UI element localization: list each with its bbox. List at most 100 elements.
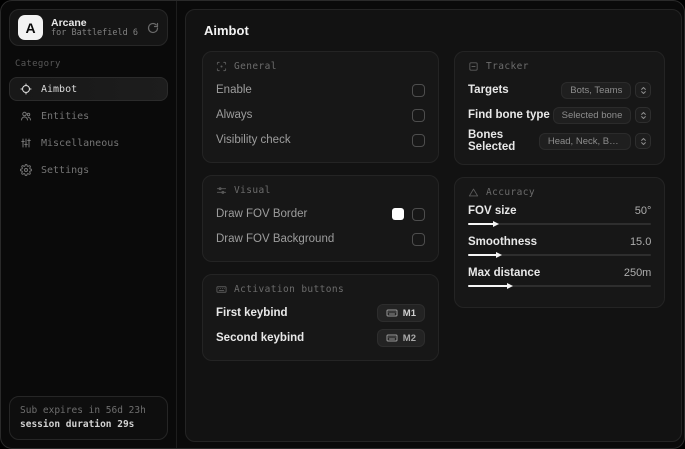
sidebar-item-label: Aimbot — [41, 83, 78, 95]
sidebar-item-label: Entities — [41, 110, 90, 122]
slider-value: 50° — [634, 205, 652, 217]
sidebar: A Arcane for Battlefield 6 Category Aimb… — [1, 1, 177, 448]
targets-unfold-button[interactable] — [635, 82, 652, 98]
setting-label: Visibility check — [216, 134, 291, 146]
bones-selected-unfold-button[interactable] — [635, 133, 652, 149]
chevrons-up-down-icon — [640, 86, 646, 94]
slider-fill — [468, 285, 509, 287]
crosshair-icon — [20, 83, 32, 95]
sidebar-item-entities[interactable]: Entities — [9, 104, 168, 128]
general-card: General Enable Always Visibility check — [202, 51, 439, 163]
sidebar-item-label: Miscellaneous — [41, 137, 120, 149]
app-window: A Arcane for Battlefield 6 Category Aimb… — [0, 0, 685, 449]
dropdown-label: Bones Selected — [468, 129, 516, 153]
setting-row: Visibility check — [216, 129, 425, 151]
card-header-label: General — [234, 61, 277, 72]
second-keybind-button[interactable]: M2 — [376, 329, 425, 347]
setting-row: Enable — [216, 79, 425, 101]
find-bone-type-unfold-button[interactable] — [635, 107, 652, 123]
slider-thumb[interactable] — [492, 221, 499, 227]
setting-row: Draw FOV Background — [216, 228, 425, 250]
sliders-icon — [21, 138, 31, 148]
slider-fill — [468, 223, 494, 225]
main-panel: Aimbot General Enable Always Visibility … — [185, 9, 683, 442]
tracker-card: Tracker Targets Bots, Teams Find bone ty… — [454, 51, 666, 165]
refresh-icon[interactable] — [147, 22, 159, 34]
keybind-label: First keybind — [216, 307, 288, 319]
slider-label: FOV size — [468, 205, 517, 217]
slider-fill — [468, 254, 498, 256]
setting-label: Draw FOV Border — [216, 208, 308, 220]
targets-select[interactable]: Bots, Teams — [561, 81, 632, 99]
keybind-row: Second keybind M2 — [216, 327, 425, 349]
keyboard-icon — [386, 334, 398, 342]
dropdown-label: Find bone type — [468, 109, 550, 121]
card-header-label: Activation buttons — [234, 284, 345, 295]
dropdown-row: Bones Selected Head, Neck, Body, Pe.. — [468, 129, 652, 153]
logo-text: Arcane for Battlefield 6 — [51, 17, 139, 39]
adjustments-icon — [216, 187, 227, 194]
keyboard-icon — [216, 286, 227, 293]
users-icon — [21, 111, 31, 121]
setting-label: Draw FOV Background — [216, 233, 335, 245]
dropdown-row: Find bone type Selected bone — [468, 104, 652, 126]
activation-card: Activation buttons First keybind M1 Seco… — [202, 274, 439, 361]
slider-thumb[interactable] — [507, 283, 514, 289]
smoothness-slider[interactable] — [468, 251, 652, 259]
keyboard-icon — [386, 309, 398, 317]
slider-label: Max distance — [468, 267, 541, 279]
fov-border-color-swatch[interactable] — [392, 208, 404, 220]
keybind-row: First keybind M1 — [216, 302, 425, 324]
chevrons-up-down-icon — [640, 137, 646, 145]
dropdown-label: Targets — [468, 84, 509, 96]
slider-row: FOV size 50° — [468, 205, 651, 217]
keybind-value: M2 — [402, 332, 416, 344]
first-keybind-button[interactable]: M1 — [376, 304, 425, 322]
slider-value: 15.0 — [629, 236, 652, 248]
sidebar-item-label: Settings — [41, 164, 90, 176]
visibility-check-checkbox[interactable] — [412, 133, 425, 147]
visual-card: Visual Draw FOV Border Draw FOV Backgrou… — [202, 175, 439, 262]
fov-size-slider[interactable] — [468, 220, 652, 228]
always-checkbox[interactable] — [412, 108, 425, 122]
sidebar-item-miscellaneous[interactable]: Miscellaneous — [9, 131, 168, 155]
category-label: Category — [15, 59, 61, 69]
keybind-label: Second keybind — [216, 332, 305, 344]
slider-thumb[interactable] — [496, 252, 503, 258]
dropdown-row: Targets Bots, Teams — [468, 79, 652, 101]
keybind-value: M1 — [402, 307, 416, 319]
subscription-card: Sub expires in 56d 23h session duration … — [9, 395, 168, 440]
slider-row: Smoothness 15.0 — [468, 236, 651, 248]
sidebar-item-settings[interactable]: Settings — [9, 158, 168, 182]
triangle-icon — [468, 188, 479, 197]
app-subtitle: for Battlefield 6 — [51, 27, 138, 38]
setting-label: Always — [216, 109, 253, 121]
accuracy-card: Accuracy FOV size 50° Smoothness 15.0 Ma… — [454, 177, 666, 308]
max-distance-slider[interactable] — [468, 282, 652, 290]
draw-fov-background-checkbox[interactable] — [412, 232, 425, 246]
page-title: Aimbot — [204, 23, 249, 38]
card-header-label: Tracker — [486, 61, 529, 72]
card-header-label: Visual — [234, 185, 271, 196]
setting-row: Draw FOV Border — [216, 203, 425, 225]
chevrons-up-down-icon — [640, 111, 646, 119]
scan-icon — [216, 61, 227, 72]
bones-selected-select[interactable]: Head, Neck, Body, Pe.. — [538, 132, 632, 150]
card-header-label: Accuracy — [486, 187, 535, 198]
logo-card: A Arcane for Battlefield 6 — [9, 9, 168, 46]
slider-label: Smoothness — [468, 236, 538, 248]
session-duration-text: session duration 29s — [20, 418, 135, 430]
slider-value: 250m — [623, 267, 652, 279]
setting-row: Always — [216, 104, 425, 126]
slider-row: Max distance 250m — [468, 267, 651, 279]
sidebar-nav: Aimbot Entities Miscellaneous Settings — [9, 77, 168, 182]
sub-expires-text: Sub expires in 56d 23h — [20, 404, 146, 416]
gear-icon — [20, 164, 32, 176]
find-bone-type-select[interactable]: Selected bone — [552, 106, 632, 124]
setting-label: Enable — [216, 84, 252, 96]
draw-fov-border-checkbox[interactable] — [412, 207, 425, 221]
logo-badge: A — [18, 15, 43, 40]
tracker-icon — [469, 62, 478, 71]
sidebar-item-aimbot[interactable]: Aimbot — [9, 77, 168, 101]
enable-checkbox[interactable] — [412, 83, 425, 97]
